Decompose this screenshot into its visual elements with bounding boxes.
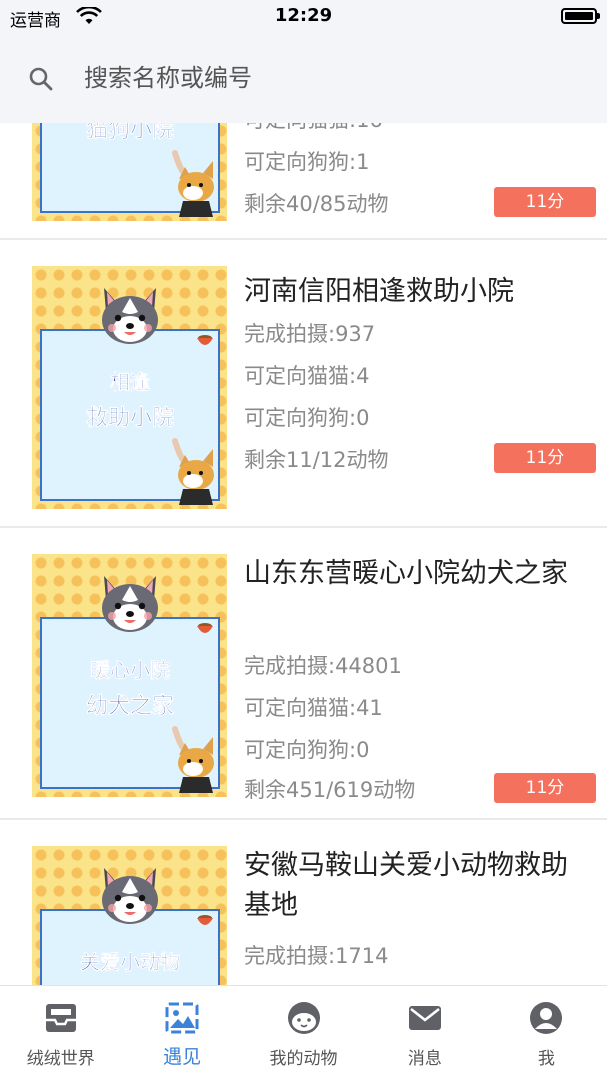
pet-bowl-icon (197, 915, 213, 925)
tab-label: 消息 (407, 1049, 442, 1069)
thumbnail-caption: 幼犬之家 (85, 694, 175, 720)
tab-label: 绒绒世界 (26, 1049, 95, 1069)
person-icon (530, 1002, 563, 1034)
tab-meet[interactable]: 遇见 (121, 986, 242, 1080)
shelter-title: 安徽马鞍山关爱小动物救助基地 (244, 850, 568, 921)
shelter-thumbnail: 相逢 救助小院 (32, 266, 227, 509)
dog-face-icon (102, 576, 158, 632)
shelter-title: 河南信阳相逢救助小院 (244, 276, 514, 307)
dog-count: 可定向狗狗:0 (244, 738, 370, 762)
battery-icon (561, 8, 600, 24)
tab-label: 我的动物 (269, 1049, 338, 1069)
picture-icon (165, 1002, 199, 1034)
cat-count: 可定向猫猫:16 (244, 123, 383, 134)
shelter-card[interactable]: 暖心小院幼犬之家 山东东营暖心小院幼犬之家 完成拍摄:44801 可定向猫猫:4… (0, 528, 607, 820)
pet-bowl-icon (197, 335, 213, 345)
completed-count: 完成拍摄:44801 (244, 654, 402, 678)
shelter-card[interactable]: 关爱小动物 安徽马鞍山关爱小动物救助基地 完成拍摄:1714 (0, 820, 607, 985)
cat-count: 可定向猫猫:41 (244, 696, 383, 720)
score-badge: 11分 (494, 773, 596, 803)
shelter-thumbnail: 关爱小动物 (32, 846, 227, 985)
inbox-icon (45, 1004, 76, 1032)
shelter-title: 山东东营暖心小院幼犬之家 (244, 558, 568, 589)
corgi-illustration (172, 438, 214, 505)
completed-count: 完成拍摄:937 (244, 322, 376, 346)
shelter-list[interactable]: 芬 盘猫狗小院 可定向猫猫:16 可定向狗狗:1 剩余40/85动物 11分 相… (0, 123, 607, 985)
remaining-count: 剩余11/12动物 (244, 448, 389, 472)
dog-count: 可定向狗狗:0 (244, 406, 370, 430)
tab-bar: 绒绒世界 遇见 我的动物 消息 我 (0, 985, 607, 1080)
score-badge: 11分 (494, 443, 596, 473)
shelter-thumbnail: 芬 盘猫狗小院 (32, 123, 227, 221)
remaining-count: 剩余451/619动物 (244, 778, 416, 802)
shelter-card[interactable]: 芬 盘猫狗小院 可定向猫猫:16 可定向狗狗:1 剩余40/85动物 11分 (0, 123, 607, 240)
thumbnail-caption: 相逢 (110, 370, 151, 395)
remaining-count: 剩余40/85动物 (244, 192, 389, 216)
tab-me[interactable]: 我 (486, 986, 607, 1080)
status-time: 12:29 (274, 5, 333, 26)
thumbnail-caption: 猫狗小院 (85, 123, 175, 143)
status-bar: 运营商 12:29 (0, 0, 607, 34)
shelter-card[interactable]: 相逢救助小院 河南信阳相逢救助小院 完成拍摄:937 可定向猫猫:4 可定向狗狗… (0, 240, 607, 528)
dog-count: 可定向狗狗:1 (244, 150, 370, 174)
thumbnail-caption: 救助小院 (85, 406, 175, 432)
tab-messages[interactable]: 消息 (364, 986, 485, 1080)
tab-label: 我 (537, 1049, 555, 1069)
cat-count: 可定向猫猫:4 (244, 364, 370, 388)
tab-my-animals[interactable]: 我的动物 (243, 986, 364, 1080)
search-bar (0, 34, 607, 123)
dog-face-icon (102, 868, 158, 924)
completed-count: 完成拍摄:1714 (244, 944, 389, 968)
pet-bowl-icon (197, 623, 213, 633)
search-input[interactable] (84, 60, 564, 96)
search-icon (29, 67, 53, 91)
thumbnail-caption: 关爱小动物 (80, 950, 181, 975)
envelope-icon (408, 1006, 441, 1030)
corgi-illustration (172, 150, 214, 217)
score-badge: 11分 (494, 187, 596, 217)
thumbnail-caption: 暖心小院 (90, 658, 171, 683)
corgi-illustration (172, 726, 214, 793)
dog-face-icon (102, 288, 158, 344)
tab-label: 遇见 (163, 1046, 202, 1068)
shelter-thumbnail: 暖心小院 幼犬之家 (32, 554, 227, 797)
pet-face-icon (287, 1002, 320, 1034)
tab-world[interactable]: 绒绒世界 (0, 986, 121, 1080)
